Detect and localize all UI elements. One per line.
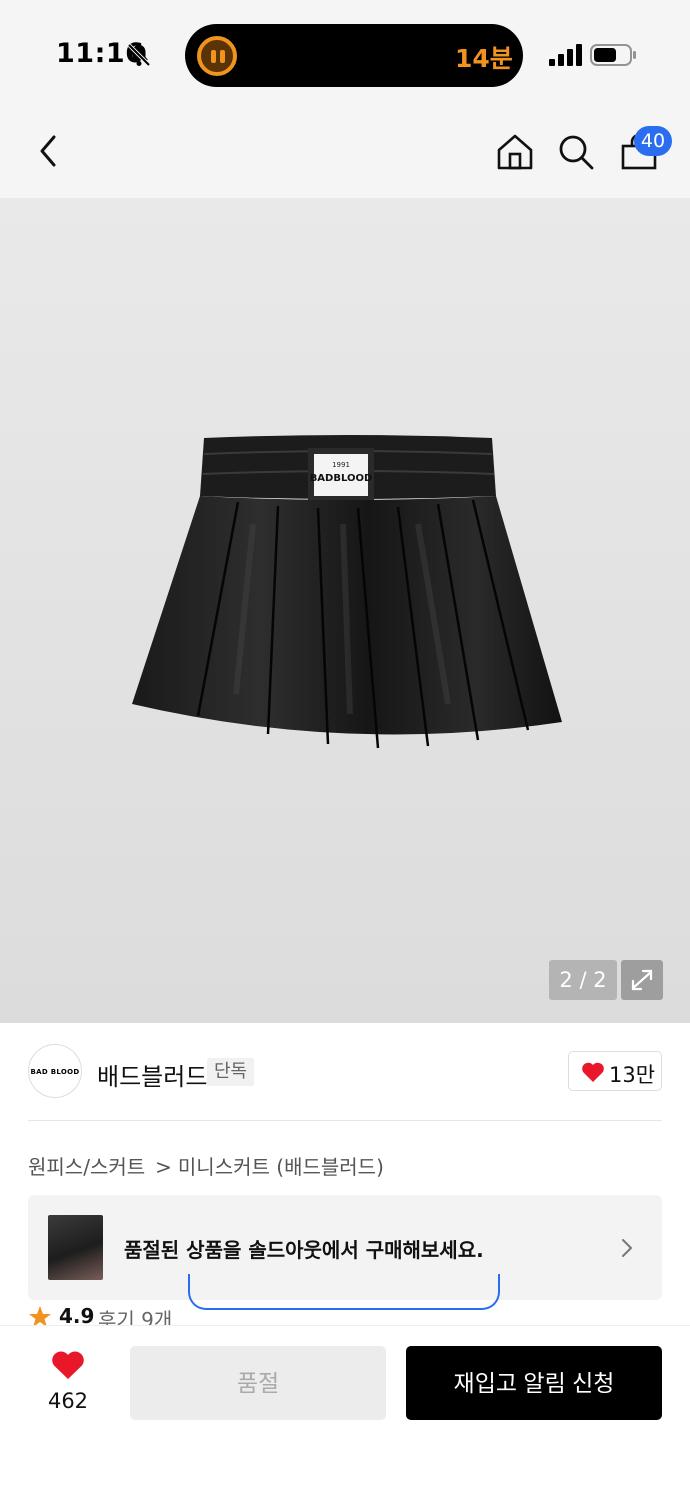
home-icon[interactable] bbox=[496, 133, 534, 171]
promo-text: 품절된 상품을 솔드아웃에서 구매해보세요. bbox=[124, 1238, 484, 1262]
label-brand: BADBLOOD bbox=[310, 473, 373, 484]
heart-icon[interactable] bbox=[51, 1350, 85, 1380]
chevron-right-icon bbox=[622, 1239, 632, 1257]
image-counter: 2 / 2 bbox=[549, 960, 617, 1000]
review-count[interactable]: 후기 9개 bbox=[98, 1304, 172, 1325]
breadcrumb-subcategory[interactable]: 미니스커트 (배드블러드) bbox=[178, 1155, 384, 1179]
bell-slash-icon bbox=[127, 43, 151, 67]
cart-count-badge: 40 bbox=[634, 126, 672, 156]
expand-icon[interactable] bbox=[621, 960, 663, 1000]
battery-icon bbox=[590, 44, 636, 66]
brand-like-button[interactable]: 13만 bbox=[568, 1051, 662, 1091]
soldout-button[interactable]: 품절 bbox=[130, 1346, 386, 1420]
chevron-left-icon[interactable] bbox=[32, 133, 64, 169]
search-icon[interactable] bbox=[557, 133, 595, 171]
breadcrumb: 원피스/스커트 > 미니스커트 (배드블러드) bbox=[28, 1151, 384, 1180]
restock-alert-button[interactable]: 재입고 알림 신청 bbox=[406, 1346, 662, 1420]
brand-like-count: 13만 bbox=[609, 1063, 656, 1087]
brand-logo[interactable]: BAD BLOOD bbox=[28, 1044, 82, 1098]
brand-name[interactable]: 배드블러드 bbox=[97, 1057, 207, 1092]
breadcrumb-category[interactable]: 원피스/스커트 bbox=[28, 1155, 145, 1179]
status-bar: 11:16 14분 bbox=[0, 0, 690, 105]
product-image[interactable]: 1991 BADBLOOD bbox=[128, 434, 568, 756]
heart-icon bbox=[582, 1062, 604, 1082]
rating-row[interactable]: 4.9 후기 9개 bbox=[28, 1303, 328, 1325]
timer-label: 14분 bbox=[455, 44, 513, 73]
pause-icon[interactable] bbox=[197, 36, 237, 76]
app-header bbox=[0, 105, 690, 198]
product-like-count: 462 bbox=[47, 1389, 89, 1413]
cellular-signal-icon bbox=[549, 44, 582, 66]
promo-thumbnail bbox=[48, 1215, 103, 1280]
divider bbox=[28, 1120, 662, 1121]
star-icon bbox=[29, 1306, 51, 1325]
exclusive-tag: 단독 bbox=[207, 1058, 255, 1086]
chevron-right-icon: > bbox=[155, 1155, 172, 1179]
label-year: 1991 bbox=[332, 461, 350, 469]
rating-score: 4.9 bbox=[59, 1304, 95, 1325]
